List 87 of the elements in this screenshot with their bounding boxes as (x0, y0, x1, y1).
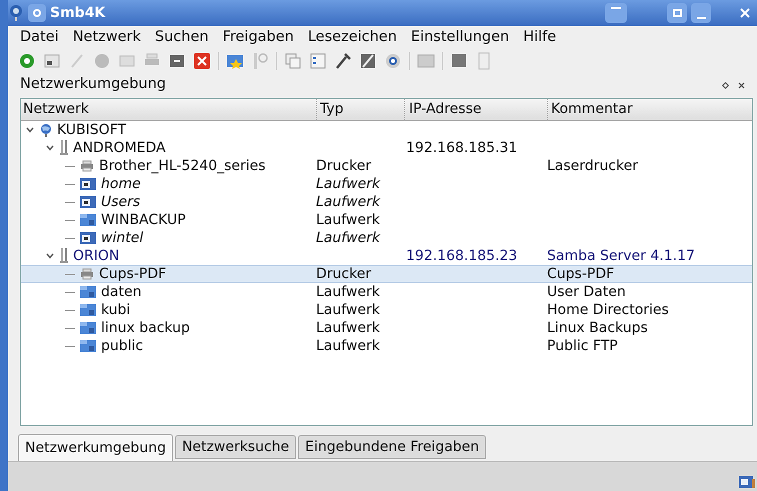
mounted-folder-icon (80, 177, 96, 191)
column-header[interactable]: Kommentar (547, 99, 752, 120)
network-name: kubi (101, 300, 130, 320)
type-text: Laufwerk (316, 284, 380, 300)
copy-icon[interactable] (284, 52, 302, 70)
type-text: Drucker (316, 266, 372, 282)
column-header[interactable]: Netzwerk (21, 99, 316, 120)
menu-item[interactable]: Einstellungen (410, 27, 510, 49)
tree-row[interactable]: daten Laufwerk User Daten (21, 283, 752, 301)
wrench-icon[interactable] (334, 52, 352, 70)
tab[interactable]: Netzwerkumgebung (18, 434, 173, 461)
minimize-button[interactable] (691, 3, 711, 23)
menu-icon[interactable] (28, 4, 46, 22)
menu-item[interactable]: Lesezeichen (308, 27, 397, 49)
network-name: Users (101, 192, 140, 212)
column-header[interactable]: IP-Adresse (404, 99, 547, 120)
menu-item[interactable]: Suchen (154, 27, 209, 49)
maximize-button[interactable] (667, 3, 687, 23)
type-text: Laufwerk (316, 338, 380, 354)
comment-text: Samba Server 4.1.17 (547, 248, 695, 264)
type-text: Laufwerk (316, 176, 380, 192)
menu-item[interactable]: Netzwerk (72, 27, 141, 49)
app-icon (8, 4, 24, 22)
mounted-folder-icon (80, 195, 96, 209)
server-icon (60, 140, 68, 156)
tree-row[interactable]: KUBISOFT (21, 121, 752, 139)
ip-address: 192.168.185.23 (406, 248, 518, 264)
network-name: ANDROMEDA (73, 138, 166, 158)
tree-row[interactable]: home Laufwerk (21, 175, 752, 193)
network-name: Brother_HL-5240_series (99, 156, 266, 176)
tree-row[interactable]: Brother_HL-5240_series Drucker Laserdrucker (21, 157, 752, 175)
shade-button[interactable] (605, 3, 627, 23)
server-icon (60, 248, 68, 264)
tree-row[interactable]: Cups-PDF Drucker Cups-PDF (21, 265, 752, 283)
column-header[interactable]: Typ (316, 99, 404, 120)
type-text: Drucker (316, 158, 372, 174)
tree-row[interactable]: public Laufwerk Public FTP (21, 337, 752, 355)
type-text: Laufwerk (316, 212, 380, 228)
drive-icon[interactable] (168, 52, 186, 70)
network-name: daten (101, 282, 142, 302)
comment-text: User Daten (547, 284, 626, 300)
type-text: Laufwerk (316, 320, 380, 336)
printer-icon (80, 268, 94, 280)
network-name: wintel (101, 228, 144, 248)
menu-item[interactable]: Datei (20, 27, 59, 49)
comment-text: Home Directories (547, 302, 669, 318)
type-text: Laufwerk (316, 302, 380, 318)
network-name: home (101, 174, 141, 194)
type-text: Laufwerk (316, 230, 380, 246)
tree-row[interactable]: ORION 192.168.185.23 Samba Server 4.1.17 (21, 247, 752, 265)
mounted-folder-icon (80, 231, 96, 245)
type-text: Laufwerk (316, 194, 380, 210)
tree-row[interactable]: ANDROMEDA 192.168.185.31 (21, 139, 752, 157)
window-title: Smb4K (50, 4, 106, 22)
network-name: linux backup (101, 318, 190, 338)
comment-text: Linux Backups (547, 320, 648, 336)
network-name: ORION (73, 246, 120, 266)
network-name: WINBACKUP (101, 210, 186, 230)
slash-icon[interactable] (359, 52, 377, 70)
menu-item[interactable]: Freigaben (222, 27, 294, 49)
tree-row[interactable]: linux backup Laufwerk Linux Backups (21, 319, 752, 337)
network-name: KUBISOFT (57, 120, 126, 140)
close-icon[interactable] (193, 52, 211, 70)
tree-row[interactable]: wintel Laufwerk (21, 229, 752, 247)
list-icon[interactable] (43, 52, 61, 70)
close-button[interactable] (740, 8, 750, 18)
network-name: Cups-PDF (99, 264, 166, 284)
close-icon[interactable] (738, 82, 745, 88)
tree-row[interactable]: kubi Laufwerk Home Directories (21, 301, 752, 319)
gear-icon[interactable] (384, 52, 402, 70)
star-folder-icon[interactable] (226, 52, 244, 70)
menu-item[interactable]: Hilfe (523, 27, 556, 49)
tab[interactable]: Eingebundene Freigaben (298, 435, 486, 459)
mounted-share-icon (739, 475, 755, 489)
comment-text: Public FTP (547, 338, 618, 354)
tree-row[interactable]: Users Laufwerk (21, 193, 752, 211)
details-icon[interactable] (309, 52, 327, 70)
printer-icon (80, 160, 94, 172)
ip-address: 192.168.185.31 (406, 140, 518, 156)
tab[interactable]: Netzwerksuche (174, 435, 296, 459)
panel-title: Netzwerkumgebung (20, 75, 166, 94)
float-icon[interactable] (722, 81, 730, 89)
tree-row[interactable]: WINBACKUP Laufwerk (21, 211, 752, 229)
reload-icon[interactable] (18, 52, 36, 70)
comment-text: Laserdrucker (547, 158, 638, 174)
comment-text: Cups-PDF (547, 266, 614, 282)
network-name: public (101, 336, 144, 356)
